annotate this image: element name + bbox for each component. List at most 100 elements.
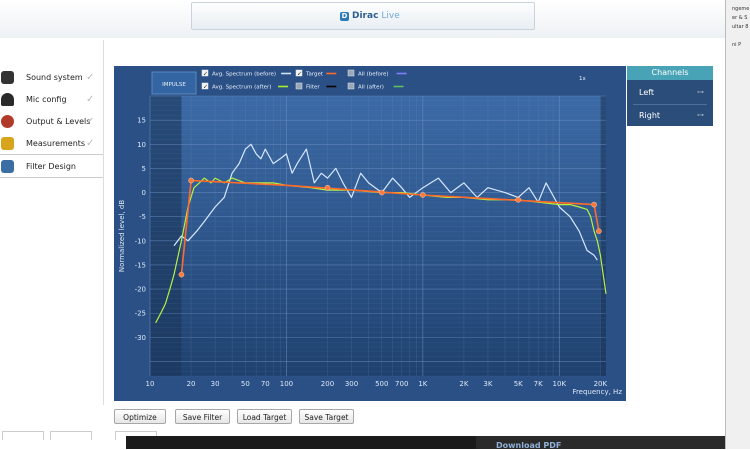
logo-text-live: Live bbox=[381, 11, 400, 21]
target-point-handle[interactable] bbox=[591, 201, 597, 208]
y-tick-label: 10 bbox=[137, 141, 146, 149]
x-tick-label: 5K bbox=[514, 380, 523, 388]
strip-text: er & S bbox=[732, 15, 748, 21]
legend-label: All (after) bbox=[358, 85, 384, 91]
top-header: D Dirac Live bbox=[0, 0, 725, 38]
target-point-handle[interactable] bbox=[178, 271, 185, 278]
nav-sound-system[interactable]: Sound system ✓ bbox=[0, 66, 103, 88]
wizard-sidebar: Sound system ✓ Mic config ✓ Output & Lev… bbox=[0, 40, 104, 405]
link-icon: ⊶ bbox=[697, 88, 704, 96]
hidden-button[interactable] bbox=[2, 431, 44, 440]
target-point-handle[interactable] bbox=[515, 197, 521, 203]
speaker-icon bbox=[1, 70, 14, 84]
x-tick-label: 2K bbox=[459, 380, 468, 388]
load-target-button[interactable]: Load Target bbox=[237, 409, 292, 424]
y-tick-label: -15 bbox=[135, 261, 146, 269]
check-icon: ✓ bbox=[86, 93, 95, 105]
y-tick-label: -5 bbox=[139, 213, 146, 221]
channels-panel: Left ⊶ Right ⊶ bbox=[627, 80, 713, 126]
dirac-live-logo: D Dirac Live bbox=[340, 11, 400, 21]
x-tick-label: 7K bbox=[534, 380, 543, 388]
nav-label: Filter Design bbox=[26, 161, 76, 171]
x-tick-label: 100 bbox=[280, 380, 293, 388]
background-window bbox=[126, 436, 476, 449]
channel-label: Left bbox=[639, 88, 655, 97]
output-levels-icon bbox=[1, 114, 14, 128]
y-axis-label: Normalized level, dB bbox=[118, 200, 126, 272]
y-tick-label: 15 bbox=[137, 117, 146, 125]
frequency-response-chart[interactable]: 151050-5-10-15-20-25-30 10 20 30 50 70 100 200… bbox=[114, 66, 626, 401]
x-tick-label: 700 bbox=[395, 380, 408, 388]
x-tick-label: 500 bbox=[375, 380, 388, 388]
x-tick-label: 200 bbox=[321, 380, 334, 388]
logo-bar: D Dirac Live bbox=[191, 2, 535, 30]
legend-label: Avg. Spectrum (before) bbox=[212, 72, 276, 78]
x-ticks: 10 20 30 50 70 100 200 300 500 700 1K 2K 3K 5K 7K 10K 20… bbox=[146, 380, 608, 388]
checkmark-icon: ✓ bbox=[203, 84, 208, 91]
logo-text-dirac: Dirac bbox=[352, 11, 379, 21]
hidden-button[interactable] bbox=[50, 431, 92, 440]
x-tick-label: 50 bbox=[241, 380, 250, 388]
nav-measurements[interactable]: Measurements ✓ bbox=[0, 132, 103, 154]
x-tick-label: 10 bbox=[146, 380, 155, 388]
channels-header: Channels bbox=[627, 66, 713, 80]
channel-left[interactable]: Left ⊶ bbox=[627, 82, 713, 104]
legend-label: Filter bbox=[306, 85, 320, 91]
nav-filter-design[interactable]: Filter Design bbox=[0, 154, 103, 178]
legend-label: All (before) bbox=[358, 72, 389, 78]
checkmark-icon: ✓ bbox=[297, 71, 302, 78]
y-tick-label: -20 bbox=[135, 286, 146, 294]
target-point-handle[interactable] bbox=[379, 189, 385, 196]
check-icon: ✓ bbox=[86, 71, 95, 83]
nav-label: Sound system bbox=[26, 72, 83, 82]
optimize-button[interactable]: Optimize bbox=[114, 409, 166, 424]
x-tick-label: 300 bbox=[345, 380, 358, 388]
x-tick-label: 1K bbox=[418, 380, 427, 388]
y-tick-label: -10 bbox=[135, 237, 146, 245]
x-tick-label: 30 bbox=[211, 380, 220, 388]
y-tick-label: 5 bbox=[142, 165, 146, 173]
nav-label: Mic config bbox=[26, 94, 67, 104]
checkmark-icon: ✓ bbox=[203, 71, 208, 78]
y-tick-label: -30 bbox=[135, 334, 146, 342]
x-tick-label: 20K bbox=[594, 380, 608, 388]
check-icon: ✓ bbox=[86, 137, 95, 149]
nav-label: Measurements bbox=[26, 138, 86, 148]
x-tick-label: 3K bbox=[483, 380, 492, 388]
target-point-handle[interactable] bbox=[188, 177, 194, 184]
link-icon: ⊶ bbox=[697, 111, 704, 119]
save-target-button[interactable]: Save Target bbox=[299, 409, 354, 424]
x-axis-label: Frequency, Hz bbox=[572, 388, 622, 396]
filter-design-icon bbox=[1, 159, 14, 173]
legend-checkbox[interactable] bbox=[347, 69, 355, 77]
x-tick-label: 20 bbox=[187, 380, 196, 388]
channel-right[interactable]: Right ⊶ bbox=[627, 105, 713, 127]
strip-text: ngeme bbox=[732, 6, 750, 12]
target-point-handle[interactable] bbox=[420, 192, 426, 198]
background-window-strip: ngeme er & S ultar 8 ni P bbox=[725, 0, 750, 449]
check-icon: ✓ bbox=[86, 115, 95, 127]
channel-label: Right bbox=[639, 111, 661, 120]
microphone-icon bbox=[1, 92, 14, 106]
impulse-label: IMPULSE bbox=[162, 82, 186, 88]
target-point-handle[interactable] bbox=[324, 184, 331, 191]
y-tick-label: 0 bbox=[142, 189, 146, 197]
legend-label: Avg. Spectrum (after) bbox=[212, 85, 271, 91]
nav-label: Output & Levels bbox=[26, 116, 91, 126]
strip-text: ultar 8 bbox=[732, 24, 749, 30]
filter-design-plot[interactable]: 15 10 5 0 -5 -10 -15 -20 -25 -30 10 20 30 50 70 100 200… bbox=[114, 66, 626, 401]
strip-text: ni P bbox=[732, 42, 742, 48]
legend-checkbox[interactable] bbox=[295, 82, 303, 90]
zoom-level[interactable]: 1x bbox=[579, 76, 586, 82]
nav-mic-config[interactable]: Mic config ✓ bbox=[0, 88, 103, 110]
target-point-handle[interactable] bbox=[596, 228, 602, 234]
legend-label: Target bbox=[305, 72, 324, 78]
measurements-icon bbox=[1, 136, 14, 150]
dirac-logo-icon: D bbox=[340, 11, 349, 21]
y-tick-label: -25 bbox=[135, 310, 146, 318]
legend-checkbox[interactable] bbox=[347, 82, 355, 90]
x-tick-label: 70 bbox=[261, 380, 270, 388]
save-filter-button[interactable]: Save Filter bbox=[175, 409, 230, 424]
x-tick-label: 10K bbox=[553, 380, 567, 388]
nav-output-levels[interactable]: Output & Levels ✓ bbox=[0, 110, 103, 132]
